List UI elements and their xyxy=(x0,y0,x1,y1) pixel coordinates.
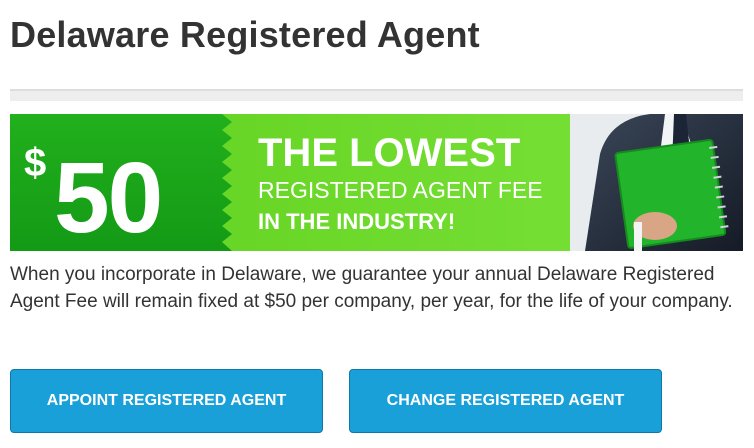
promo-banner: $ 50 THE LOWEST REGISTERED AGENT FEE IN … xyxy=(10,114,743,251)
intro-text: When you incorporate in Delaware, we gua… xyxy=(10,264,733,312)
appoint-registered-agent-button[interactable]: APPOINT REGISTERED AGENT xyxy=(10,369,323,433)
banner-tagline: IN THE INDUSTRY! xyxy=(258,209,455,234)
banner-price: 50 xyxy=(54,142,161,251)
banner-dollar-sign: $ xyxy=(24,141,46,185)
promo-banner-graphic: $ 50 THE LOWEST REGISTERED AGENT FEE IN … xyxy=(10,114,743,251)
banner-headline: THE LOWEST xyxy=(258,131,520,175)
page-title: Delaware Registered Agent xyxy=(10,14,480,55)
title-divider xyxy=(10,89,743,101)
businessman-image xyxy=(570,114,743,251)
change-registered-agent-button[interactable]: CHANGE REGISTERED AGENT xyxy=(349,369,662,433)
banner-subline: REGISTERED AGENT FEE xyxy=(258,177,543,203)
